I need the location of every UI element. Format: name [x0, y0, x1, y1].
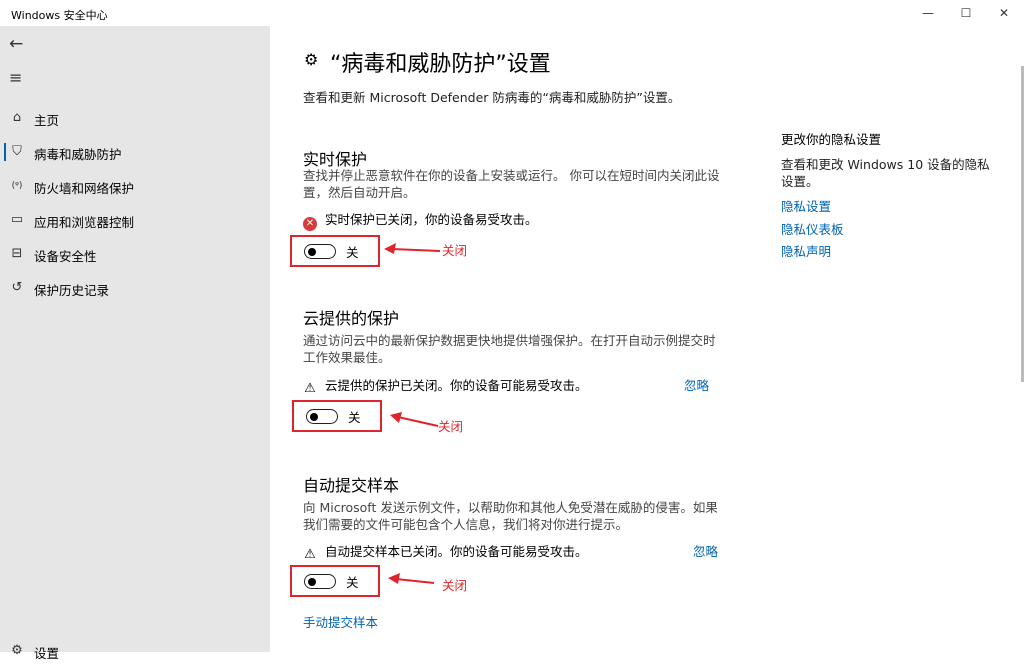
sidebar-item-app-browser[interactable]: ▭ 应用和浏览器控制 — [0, 205, 270, 235]
window-title: Windows 安全中心 — [11, 9, 108, 22]
sidebar-item-firewall[interactable]: (ᵠ) 防火墙和网络保护 — [0, 171, 270, 201]
annotation-label: 关闭 — [442, 243, 468, 258]
toggle-switch[interactable] — [304, 574, 336, 589]
annotation-label: 关闭 — [438, 419, 464, 434]
privacy-description: 查看和更改 Windows 10 设备的隐私设置。 — [781, 157, 990, 189]
toggle-label: 关 — [346, 245, 359, 260]
menu-button[interactable]: ≡ — [9, 68, 22, 87]
sidebar-item-device-security[interactable]: ⊟ 设备安全性 — [0, 239, 270, 269]
ignore-cloud-link[interactable]: 忽略 — [684, 375, 709, 394]
privacy-title: 更改你的隐私设置 — [781, 132, 882, 147]
ignore-sample-link[interactable]: 忽略 — [693, 541, 718, 560]
manual-submit-link[interactable]: 手动提交样本 — [303, 612, 378, 631]
toggle-sample[interactable]: 关 — [290, 565, 380, 597]
privacy-dashboard-link[interactable]: 隐私仪表板 — [781, 219, 844, 238]
status-sample: ⚠ 自动提交样本已关闭。你的设备可能易受攻击。 — [304, 544, 588, 562]
error-circle-icon: ✕ — [303, 217, 317, 231]
section-title-cloud: 云提供的保护 — [303, 309, 400, 328]
sidebar-item-label: 设置 — [34, 646, 60, 661]
maximize-button[interactable]: ☐ — [948, 0, 984, 26]
sidebar-item-label: 病毒和威胁防护 — [34, 147, 122, 162]
sidebar-item-label: 保护历史记录 — [34, 283, 110, 298]
annotation-arrow — [390, 412, 439, 427]
minimize-button[interactable]: — — [910, 0, 946, 26]
annotation-label: 关闭 — [442, 578, 468, 593]
section-description-cloud: 通过访问云中的最新保护数据更快地提供增强保护。在打开自动示例提交时工作效果最佳。 — [303, 333, 716, 365]
title-bar: Windows 安全中心 — ☐ ✕ — [0, 0, 1024, 26]
sidebar: ← ≡ ⌂ 主页 ⛉ 病毒和威胁防护 (ᵠ) 防火墙和网络保护 ▭ 应用和浏览器… — [0, 26, 270, 661]
sidebar-item-label: 应用和浏览器控制 — [34, 215, 135, 230]
toggle-knob — [308, 247, 316, 256]
selection-indicator — [4, 143, 6, 161]
shield-icon: ⛉ — [12, 144, 22, 159]
privacy-settings-link[interactable]: 隐私设置 — [781, 196, 831, 215]
sidebar-item-settings[interactable]: ⚙ 设置 — [0, 636, 270, 666]
sidebar-item-label: 主页 — [34, 113, 60, 128]
laptop-icon: ⊟ — [11, 246, 23, 261]
section-title-sample: 自动提交样本 — [303, 476, 400, 495]
section-description-realtime: 查找并停止恶意软件在你的设备上安装或运行。 你可以在短时间内关闭此设置，然后自动… — [303, 168, 720, 200]
toggle-switch[interactable] — [304, 244, 336, 259]
back-button[interactable]: ← — [9, 34, 23, 54]
privacy-statement-link[interactable]: 隐私声明 — [781, 241, 831, 260]
sidebar-item-virus-protection[interactable]: ⛉ 病毒和威胁防护 — [0, 137, 270, 167]
sidebar-item-home[interactable]: ⌂ 主页 — [0, 103, 270, 133]
sidebar-item-history[interactable]: ↺ 保护历史记录 — [0, 273, 270, 303]
warning-icon: ⚠ — [304, 381, 316, 396]
toggle-cloud[interactable]: 关 — [292, 400, 382, 432]
toggle-knob — [308, 577, 316, 586]
home-icon: ⌂ — [12, 110, 22, 125]
sidebar-item-label: 设备安全性 — [34, 249, 97, 264]
toggle-label: 关 — [348, 410, 361, 425]
wifi-antenna-icon: (ᵠ) — [11, 181, 23, 191]
warning-icon: ⚠ — [304, 547, 316, 562]
annotation-arrow — [384, 243, 440, 254]
status-realtime: ✕ 实时保护已关闭，你的设备易受攻击。 — [303, 209, 538, 231]
toggle-label: 关 — [346, 575, 359, 590]
annotation-arrow — [388, 573, 435, 584]
main-content: ⚙ “病毒和威胁防护”设置 查看和更新 Microsoft Defender 防… — [270, 26, 1024, 652]
sidebar-item-label: 防火墙和网络保护 — [34, 181, 135, 196]
toggle-switch[interactable] — [306, 409, 338, 424]
gear-icon: ⚙ — [11, 643, 23, 658]
page-description: 查看和更新 Microsoft Defender 防病毒的“病毒和威胁防护”设置… — [303, 90, 681, 105]
page-title: “病毒和威胁防护”设置 — [330, 52, 551, 77]
gears-icon: ⚙ — [304, 50, 319, 69]
hamburger-icon: ≡ — [9, 68, 23, 87]
toggle-realtime[interactable]: 关 — [290, 235, 380, 267]
close-button[interactable]: ✕ — [986, 0, 1022, 26]
toggle-knob — [310, 412, 318, 421]
section-description-sample: 向 Microsoft 发送示例文件，以帮助你和其他人免受潜在威胁的侵害。如果我… — [303, 500, 718, 532]
browser-window-icon: ▭ — [10, 212, 24, 227]
arrow-left-icon: ← — [9, 34, 24, 54]
status-cloud: ⚠ 云提供的保护已关闭。你的设备可能易受攻击。 — [304, 378, 588, 396]
history-icon: ↺ — [11, 280, 23, 295]
